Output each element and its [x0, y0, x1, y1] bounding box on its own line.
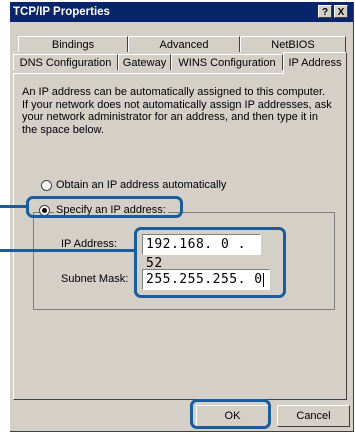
tab-wins-configuration[interactable]: WINS Configuration: [171, 54, 283, 70]
tab-dns-configuration[interactable]: DNS Configuration: [13, 54, 118, 70]
tab-netbios[interactable]: NetBIOS: [240, 36, 346, 52]
obtain-ip-label[interactable]: Obtain an IP address automatically: [56, 179, 226, 191]
specify-ip-highlight: [26, 196, 183, 218]
obtain-ip-radio[interactable]: [41, 180, 52, 191]
tab-gateway[interactable]: Gateway: [118, 54, 171, 70]
tab-ip-address[interactable]: IP Address: [283, 52, 347, 74]
tab-bindings[interactable]: Bindings: [18, 36, 128, 52]
tab-advanced[interactable]: Advanced: [128, 36, 240, 52]
specify-ip-callout-line: [0, 205, 27, 208]
dialog-title: TCP/IP Properties: [13, 6, 110, 18]
help-button[interactable]: ?: [318, 5, 332, 18]
description-text: An IP address can be automatically assig…: [22, 86, 332, 136]
ok-button-highlight: [190, 399, 271, 429]
title-bar: TCP/IP Properties ? X: [10, 2, 353, 22]
cancel-button[interactable]: Cancel: [277, 405, 350, 427]
subnet-mask-label: Subnet Mask:: [61, 273, 129, 285]
close-button[interactable]: X: [334, 5, 348, 18]
ip-fields-callout-line: [0, 249, 135, 252]
ip-fields-highlight: [134, 227, 286, 298]
